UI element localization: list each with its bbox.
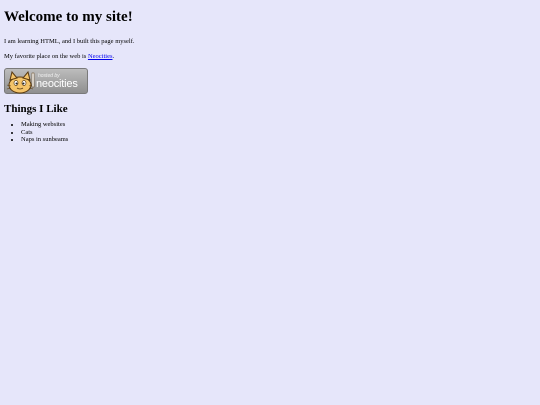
favorite-suffix: . (112, 53, 115, 60)
favorite-prefix: My favorite place on the web is (4, 53, 88, 60)
neocities-link[interactable]: Neocities (88, 53, 113, 60)
page-title: Welcome to my site! (4, 9, 133, 25)
list-item: Cats (21, 129, 536, 137)
neocities-cat-icon (6, 70, 35, 94)
likes-heading: Things I Like (4, 103, 68, 115)
list-item: Naps in sunbeams (21, 136, 536, 144)
page: { "page": { "title": "Welcome to my site… (0, 0, 540, 405)
intro-text: I am learning HTML, and I built this pag… (4, 38, 135, 45)
hosted-by-neocities-badge[interactable]: hosted by neocities (4, 68, 88, 94)
list-item: Making websites (21, 121, 536, 129)
favorite-place-text: My favorite place on the web is Neocitie… (4, 53, 536, 61)
badge-brand-text: neocities (36, 78, 78, 90)
likes-list: Making websites Cats Naps in sunbeams (4, 121, 536, 144)
main-content: Welcome to my site! I am learning HTML, … (4, 0, 536, 144)
